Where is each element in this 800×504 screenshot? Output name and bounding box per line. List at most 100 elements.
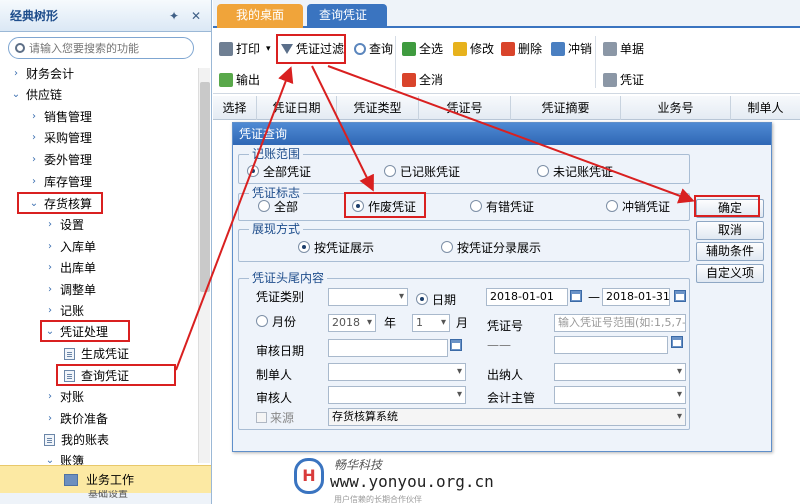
sidebar-item-supply-chain[interactable]: ⌄ 供应链 <box>10 85 62 105</box>
sidebar-basic-settings[interactable]: 基础设置 <box>0 490 211 504</box>
query-button[interactable]: 查询 <box>354 39 393 59</box>
highlight-inventory-accounting <box>17 192 103 214</box>
tab-my-desktop[interactable]: 我的桌面 <box>217 4 303 28</box>
watermark-small: 用户信赖的长期合作伙伴 <box>334 495 422 504</box>
accountant-select[interactable] <box>554 386 686 404</box>
column-header-summary[interactable]: 凭证摘要 <box>511 96 621 120</box>
sidebar-item-inbound[interactable]: › 入库单 <box>44 237 96 257</box>
chevron-right-icon: › <box>48 413 52 424</box>
flag-all-radio[interactable]: 全部 <box>258 197 298 215</box>
year-select[interactable]: 2018 <box>328 314 376 332</box>
calendar-icon[interactable] <box>450 339 462 351</box>
sidebar-item-inventory[interactable]: › 库存管理 <box>28 172 92 192</box>
voucher-no-to-field[interactable] <box>554 336 668 354</box>
sidebar-item-purchase[interactable]: › 采购管理 <box>28 128 92 148</box>
sidebar-business-work[interactable]: 业务工作 <box>0 465 211 493</box>
display-by-voucher-radio[interactable]: 按凭证展示 <box>298 238 374 256</box>
custom-item-button[interactable]: 自定义项 <box>696 264 764 283</box>
range-all-radio[interactable]: 全部凭证 <box>247 162 311 180</box>
sidebar-item-posting[interactable]: › 记账 <box>44 301 84 321</box>
calendar-icon[interactable] <box>570 290 582 302</box>
document-button[interactable]: 单据 <box>603 39 644 59</box>
deselect-all-button[interactable]: 全消 <box>402 70 443 90</box>
maker-select[interactable] <box>328 363 466 381</box>
sidebar-item-adjust[interactable]: › 调整单 <box>44 280 96 300</box>
delete-icon <box>501 42 515 56</box>
sidebar-item-finance[interactable]: › 财务会计 <box>10 64 74 84</box>
search-icon <box>15 43 25 53</box>
column-header-type[interactable]: 凭证类型 <box>337 96 419 120</box>
aux-condition-button[interactable]: 辅助条件 <box>696 242 764 261</box>
date-from-field[interactable]: 2018-01-01 <box>486 288 568 306</box>
highlight-query-voucher <box>56 364 176 386</box>
voucher-no-label: 凭证号 <box>487 319 524 333</box>
cancel-button[interactable]: 取消 <box>696 221 764 240</box>
chevron-right-icon: › <box>32 176 36 187</box>
sidebar-item-impairment[interactable]: › 跌价准备 <box>44 409 108 429</box>
radio-selected-icon <box>247 165 259 177</box>
column-header-number[interactable]: 凭证号 <box>419 96 511 120</box>
sidebar-item-outbound[interactable]: › 出库单 <box>44 258 96 278</box>
sidebar-item-sales[interactable]: › 销售管理 <box>28 107 92 127</box>
month-select[interactable]: 1 <box>412 314 450 332</box>
voucher-button[interactable]: 凭证 <box>603 70 644 90</box>
sidebar-item-my-reports[interactable]: 我的账表 <box>44 430 109 450</box>
search-input[interactable] <box>29 41 179 55</box>
modify-button[interactable]: 修改 <box>453 39 494 59</box>
year-label: 年 <box>384 316 397 330</box>
select-all-button[interactable]: 全选 <box>402 39 443 59</box>
sidebar-item-outsourcing[interactable]: › 委外管理 <box>28 150 92 170</box>
cashier-select[interactable] <box>554 363 686 381</box>
pin-icon[interactable]: ✦ <box>167 9 181 23</box>
date-radio[interactable]: 日期 <box>416 290 456 308</box>
scrollbar-thumb[interactable] <box>200 82 210 292</box>
source-select[interactable]: 存货核算系统 <box>328 408 686 426</box>
search-box[interactable] <box>8 37 194 59</box>
column-header-date[interactable]: 凭证日期 <box>257 96 337 120</box>
flag-reverse-radio[interactable]: 冲销凭证 <box>606 197 670 215</box>
date-to-field[interactable]: 2018-01-31 <box>602 288 670 306</box>
display-legend: 展现方式 <box>249 222 304 236</box>
tab-query-voucher[interactable]: 查询凭证× <box>307 4 387 44</box>
query-icon <box>354 43 366 55</box>
chevron-down-icon[interactable]: ▾ <box>266 39 271 59</box>
range-posted-radio[interactable]: 已记账凭证 <box>384 162 460 180</box>
document-icon <box>44 434 55 446</box>
tab-bar: 我的桌面 查询凭证× <box>213 0 800 44</box>
column-header-business-no[interactable]: 业务号 <box>621 96 731 120</box>
reverse-icon <box>551 42 565 56</box>
sidebar-item-generate-voucher[interactable]: 生成凭证 <box>64 344 129 364</box>
column-header-maker[interactable]: 制单人 <box>731 96 800 120</box>
select-all-icon <box>402 42 416 56</box>
column-header-select[interactable]: 选择 <box>213 96 257 120</box>
deselect-all-icon <box>402 73 416 87</box>
display-by-entry-radio[interactable]: 按凭证分录展示 <box>441 238 541 256</box>
sidebar-header: 经典树形 ✦ ✕ <box>0 0 211 32</box>
range-unposted-radio[interactable]: 未记账凭证 <box>537 162 613 180</box>
voucher-category-select[interactable] <box>328 288 408 306</box>
close-icon[interactable]: ✕ <box>189 9 203 23</box>
calendar-icon[interactable] <box>674 290 686 302</box>
radio-selected-icon <box>416 293 428 305</box>
chevron-right-icon: › <box>14 68 18 79</box>
chevron-right-icon: › <box>32 111 36 122</box>
source-checkbox[interactable] <box>256 412 267 423</box>
print-button[interactable]: 打印 ▾ <box>219 39 271 59</box>
flag-error-radio[interactable]: 有错凭证 <box>470 197 534 215</box>
export-button[interactable]: 输出 <box>219 70 260 90</box>
radio-selected-icon <box>298 241 310 253</box>
calendar-icon[interactable] <box>671 336 683 348</box>
maker-label: 制单人 <box>256 368 293 382</box>
chevron-right-icon: › <box>48 241 52 252</box>
month-radio[interactable]: 月份 <box>256 312 296 330</box>
chevron-right-icon: › <box>48 219 52 230</box>
delete-button[interactable]: 删除 <box>501 39 542 59</box>
audit-date-field[interactable] <box>328 339 448 357</box>
printer-icon <box>219 42 233 56</box>
sidebar-scrollbar[interactable] <box>198 68 210 463</box>
reverse-button[interactable]: 冲销 <box>551 39 592 59</box>
voucher-no-from-field[interactable]: 输入凭证号范围(如:1,5,7-9) <box>554 314 686 332</box>
sidebar-item-settings[interactable]: › 设置 <box>44 215 84 235</box>
auditor-select[interactable] <box>328 386 466 404</box>
sidebar-item-reconcile[interactable]: › 对账 <box>44 387 84 407</box>
